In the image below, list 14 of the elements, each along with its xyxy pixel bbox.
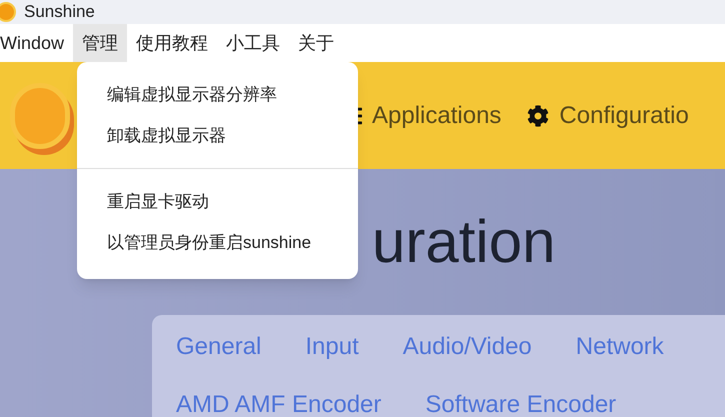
app-logo-icon (0, 2, 16, 22)
page-heading: uration (372, 207, 556, 277)
menu-item[interactable]: 使用教程 (127, 24, 218, 63)
window-title: Sunshine (24, 2, 95, 22)
dropdown-item[interactable]: 重启显卡驱动 (77, 181, 358, 222)
dropdown-item[interactable]: 编辑虚拟显示器分辨率 (77, 74, 358, 115)
dropdown-item[interactable]: 以管理员身份重启sunshine (77, 222, 358, 263)
menu-item[interactable]: Window (0, 24, 74, 63)
menu-item[interactable]: 小工具 (217, 24, 290, 63)
dropdown-item[interactable]: 卸载虚拟显示器 (77, 115, 358, 156)
settings-icon (527, 104, 550, 126)
menu-item[interactable]: 管理 (73, 24, 128, 63)
nav-link[interactable]: Configuratio (527, 98, 689, 134)
menu-item[interactable]: 关于 (289, 24, 344, 63)
